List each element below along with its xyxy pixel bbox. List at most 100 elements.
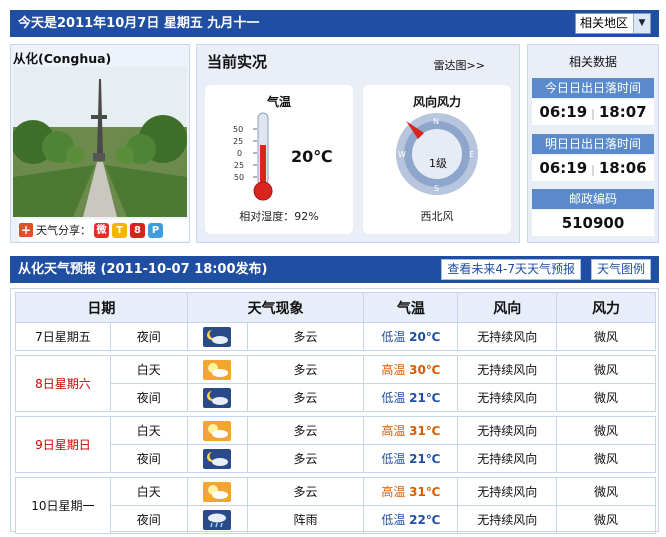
night-cloudy-icon: [203, 326, 232, 347]
postal-code: 510900: [532, 210, 654, 236]
temp-cell: 高温 31℃: [363, 416, 459, 445]
icon-cell: [186, 322, 248, 351]
col-temp: 气温: [363, 292, 459, 323]
temp-value: 21℃: [409, 452, 441, 466]
period-cell: 夜间: [109, 322, 188, 351]
postal-label: 邮政编码: [532, 189, 654, 209]
weather-cell: 多云: [246, 477, 365, 506]
wind-dir-cell: 无持续风向: [457, 477, 558, 506]
col-wind-dir: 风向: [457, 292, 558, 323]
temp-label: 高温: [381, 363, 406, 377]
compass-west: W: [398, 150, 406, 159]
icon-cell: [186, 383, 248, 412]
col-weather: 天气现象: [186, 292, 365, 323]
today-sun-times: 06:19 | 18:07: [532, 99, 654, 125]
weather-cell: 多云: [246, 444, 365, 473]
tomorrow-sunrise: 06:19: [539, 159, 588, 177]
day-cloudy-icon: [203, 481, 232, 502]
region-select-label: 相关地区: [580, 16, 629, 30]
qzone-icon[interactable]: P: [148, 222, 163, 238]
today-sunrise: 06:19: [539, 103, 588, 121]
period-cell: 白天: [109, 355, 188, 384]
period-cell: 夜间: [109, 505, 188, 534]
thermo-tick: -50: [233, 173, 244, 182]
compass-icon: N E S W: [396, 113, 478, 195]
forecast-header-bar: 从化天气预报 (2011-10-07 18:00发布) 查看未来4-7天天气预报…: [10, 256, 659, 283]
weather-cell: 多云: [246, 355, 365, 384]
forecast-title: 从化天气预报 (2011-10-07 18:00发布): [18, 262, 268, 277]
forecast-table-panel: 日期 天气现象 气温 风向 风力 7日星期五 夜间 多云 低温 20℃ 无持续风…: [10, 288, 659, 534]
temp-label: 低温: [381, 513, 406, 527]
thermo-tick: 25: [233, 137, 243, 146]
temp-label: 高温: [381, 424, 406, 438]
city-panel: 从化(Conghua) + 天气分享： 微 T 8 P: [10, 44, 190, 243]
wind-force-cell: 微风: [556, 477, 656, 506]
weather-share-row: + 天气分享： 微 T 8 P: [19, 219, 189, 241]
region-select[interactable]: 相关地区 ▼: [575, 13, 651, 34]
wind-title: 风向风力: [412, 95, 461, 109]
weather-legend-button[interactable]: 天气图例: [590, 259, 651, 280]
night-cloudy-icon: [203, 387, 232, 408]
kaixin-icon[interactable]: 8: [130, 222, 145, 238]
wind-dir-cell: 无持续风向: [457, 383, 558, 412]
temp-label: 高温: [381, 485, 406, 499]
city-name: 从化(Conghua): [13, 51, 112, 66]
future-forecast-button[interactable]: 查看未来4-7天天气预报: [441, 259, 581, 280]
wind-dir-cell: 无持续风向: [457, 355, 558, 384]
weather-cell: 阵雨: [246, 505, 365, 534]
temp-value: 31℃: [409, 485, 441, 499]
tomorrow-sun-label: 明日日出日落时间: [532, 134, 654, 154]
period-cell: 夜间: [109, 444, 188, 473]
temperature-box: 气温 50 25 0 -25 -50 20℃ 相对湿度：92%: [205, 85, 353, 234]
wind-force-cell: 微风: [556, 444, 656, 473]
tencent-icon[interactable]: T: [112, 222, 127, 238]
table-row: 夜间 阵雨 低温 22℃ 无持续风向 微风: [16, 505, 656, 534]
weibo-icon[interactable]: 微: [94, 222, 109, 238]
share-label: 天气分享：: [36, 224, 91, 237]
temperature-title: 气温: [266, 95, 291, 109]
related-title: 相关数据: [568, 55, 617, 69]
wind-direction: 西北风: [420, 210, 454, 223]
plus-icon[interactable]: +: [19, 223, 33, 237]
period-cell: 白天: [109, 477, 188, 506]
thermo-tick: 50: [233, 125, 243, 134]
forecast-table: 日期 天气现象 气温 风向 风力 7日星期五 夜间 多云 低温 20℃ 无持续风…: [15, 292, 656, 534]
date-line: 今天是2011年10月7日 星期五 九月十一: [18, 16, 260, 31]
current-title: 当前实况: [207, 53, 268, 71]
col-date: 日期: [15, 292, 188, 323]
humidity: 相对湿度：92%: [239, 210, 319, 223]
temp-label: 低温: [381, 452, 406, 466]
wind-force-cell: 微风: [556, 322, 656, 351]
radar-link[interactable]: 雷达图>>: [434, 57, 485, 73]
icon-cell: [186, 505, 248, 534]
current-conditions-panel: 当前实况 雷达图>> 气温 50 25 0 -25 -50 20℃ 相对湿度：9…: [196, 44, 520, 243]
wind-dir-cell: 无持续风向: [457, 444, 558, 473]
temp-cell: 高温 31℃: [363, 477, 459, 506]
date-cell: 10日星期一: [15, 477, 111, 534]
icon-cell: [186, 444, 248, 473]
date-header-bar: 今天是2011年10月7日 星期五 九月十一 相关地区 ▼: [10, 10, 659, 37]
icon-cell: [186, 477, 248, 506]
wind-dir-cell: 无持续风向: [457, 322, 558, 351]
day-cloudy-icon: [203, 420, 232, 441]
date-cell: 7日星期五: [15, 322, 111, 351]
col-wind-force: 风力: [556, 292, 656, 323]
temp-cell: 低温 20℃: [363, 322, 459, 351]
temp-cell: 低温 21℃: [363, 444, 459, 473]
compass-south: S: [434, 184, 439, 193]
temp-label: 低温: [381, 391, 406, 405]
table-row: 10日星期一 白天 多云 高温 31℃ 无持续风向 微风: [15, 477, 656, 534]
temp-label: 低温: [381, 330, 406, 344]
thermo-tick: -25: [233, 161, 244, 170]
period-cell: 夜间: [109, 383, 188, 412]
chevron-down-icon[interactable]: ▼: [633, 14, 650, 33]
weather-cell: 多云: [246, 383, 365, 412]
wind-force-cell: 微风: [556, 383, 656, 412]
icon-cell: [186, 416, 248, 445]
temp-cell: 低温 22℃: [363, 505, 459, 534]
temp-value: 20℃: [409, 330, 441, 344]
temp-cell: 低温 21℃: [363, 383, 459, 412]
temp-value: 30℃: [409, 363, 441, 377]
temp-value: 31℃: [409, 424, 441, 438]
temp-value: 21℃: [409, 391, 441, 405]
